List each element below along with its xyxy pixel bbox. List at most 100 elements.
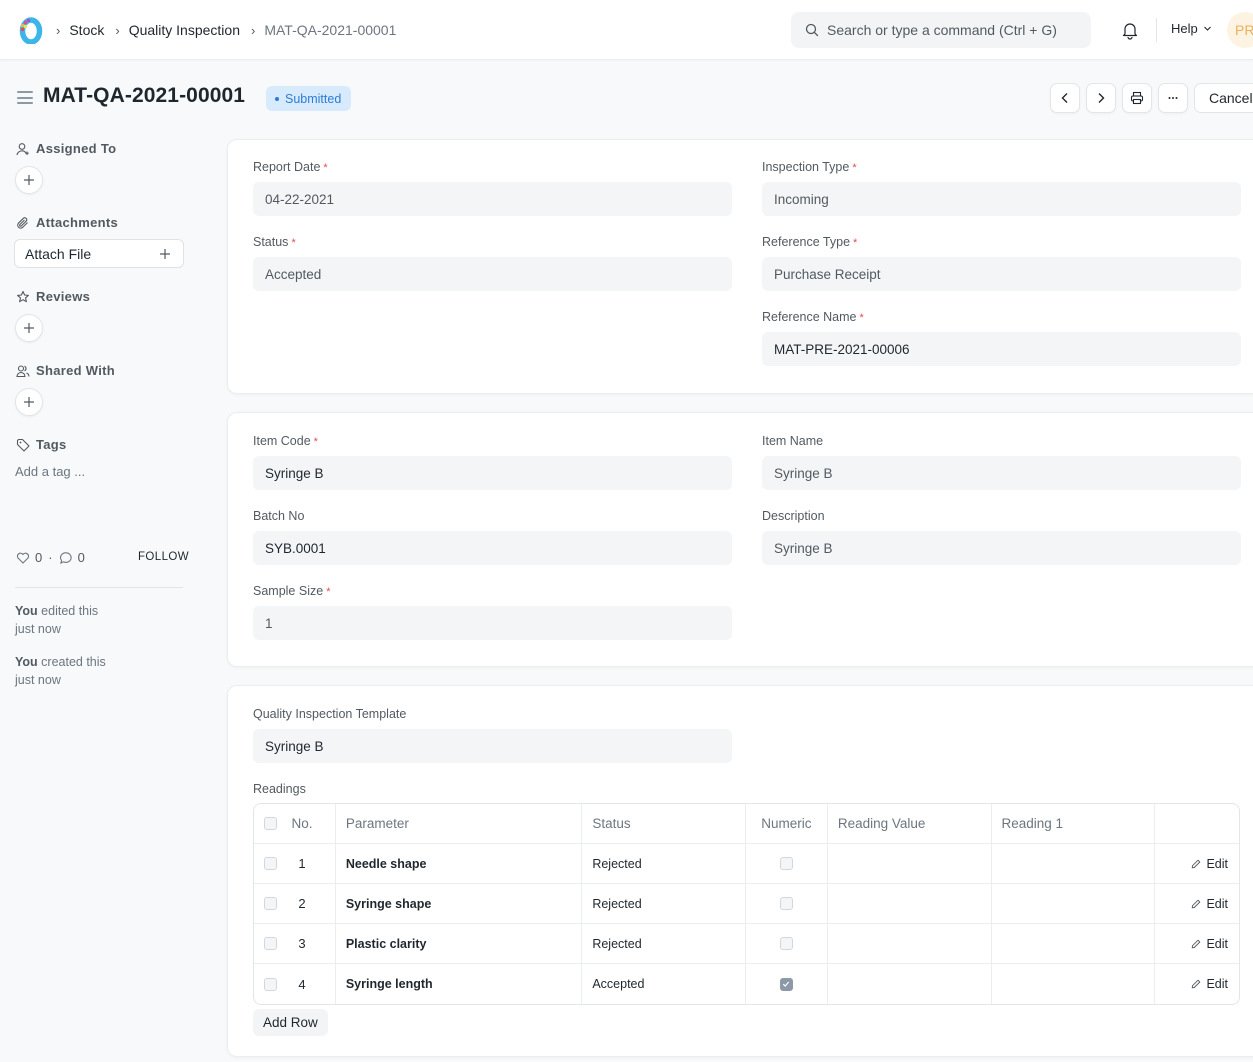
print-button[interactable] — [1122, 83, 1152, 113]
pencil-icon — [1192, 859, 1201, 868]
row-select-checkbox[interactable] — [264, 897, 277, 910]
row-select-checkbox[interactable] — [264, 857, 277, 870]
status-cell[interactable]: Rejected — [582, 884, 746, 923]
edit-row-button[interactable]: Edit — [1191, 977, 1228, 991]
parameter-cell[interactable]: Syringe length — [336, 964, 583, 1004]
share-add-button[interactable] — [15, 388, 43, 416]
status-value: Rejected — [592, 896, 642, 911]
reading-value-cell[interactable] — [828, 844, 992, 883]
navbar: › Stock › Quality Inspection › MAT-QA-20… — [0, 0, 1253, 60]
next-document-button[interactable] — [1086, 83, 1116, 113]
item-name-label: Item Name — [762, 434, 824, 448]
status-badge-label: Submitted — [285, 91, 342, 106]
plus-icon — [160, 248, 170, 259]
reading-value-cell[interactable] — [828, 924, 992, 963]
batch-no-field[interactable]: SYB.0001 — [253, 531, 732, 565]
chevron-right-icon — [1098, 93, 1105, 103]
numeric-cell[interactable] — [746, 844, 828, 883]
numeric-cell[interactable] — [746, 884, 828, 923]
numeric-checkbox[interactable] — [779, 857, 793, 870]
checkmark-icon — [783, 981, 790, 987]
status-dot-icon — [275, 96, 279, 101]
assign-add-button[interactable] — [15, 166, 43, 194]
description-field[interactable]: Syringe B — [762, 531, 1241, 565]
parameter-cell[interactable]: Syringe shape — [336, 884, 583, 923]
reading-1-cell[interactable] — [992, 884, 1156, 923]
edit-row-button[interactable]: Edit — [1191, 857, 1228, 871]
notification-bell-icon[interactable] — [1121, 20, 1139, 40]
reference-type-field[interactable]: Purchase Receipt — [762, 257, 1241, 291]
numeric-cell[interactable] — [746, 924, 828, 963]
table-row[interactable]: 3 Plastic clarity Rejected Edit — [254, 924, 1239, 964]
row-select-checkbox[interactable] — [264, 937, 277, 950]
status-value: Rejected — [592, 936, 642, 951]
heart-icon[interactable] — [16, 551, 30, 565]
app-logo-icon[interactable] — [16, 16, 44, 44]
activity-item: You edited this just now — [15, 604, 99, 636]
plus-icon — [24, 175, 34, 185]
search-input[interactable]: Search or type a command (Ctrl + G) — [791, 12, 1091, 48]
attachments-label: Attachments — [16, 215, 118, 230]
reading-1-cell[interactable] — [992, 964, 1156, 1004]
table-row[interactable]: 4 Syringe length Accepted Edit — [254, 964, 1239, 1004]
status-field[interactable]: Accepted — [253, 257, 732, 291]
user-avatar[interactable]: PR — [1227, 12, 1253, 48]
numeric-checkbox[interactable] — [779, 897, 793, 910]
reference-name-field[interactable]: MAT-PRE-2021-00006 — [762, 332, 1241, 366]
users-icon — [16, 364, 30, 377]
reading-value-cell[interactable] — [828, 964, 992, 1004]
edit-label: Edit — [1206, 936, 1229, 951]
numeric-checkbox[interactable] — [779, 937, 793, 950]
reading-1-cell[interactable] — [992, 924, 1156, 963]
item-code-field[interactable]: Syringe B — [253, 456, 732, 490]
inspection-type-field[interactable]: Incoming — [762, 182, 1241, 216]
reading-1-cell[interactable] — [992, 844, 1156, 883]
status-cell[interactable]: Rejected — [582, 924, 746, 963]
star-icon — [17, 290, 29, 302]
status-label: Status * — [253, 235, 296, 249]
parameter-cell[interactable]: Plastic clarity — [336, 924, 583, 963]
column-header-status: Status — [582, 804, 746, 843]
previous-document-button[interactable] — [1050, 83, 1080, 113]
item-name-field[interactable]: Syringe B — [762, 456, 1241, 490]
cancel-button[interactable]: Cancel — [1194, 83, 1253, 113]
row-select-checkbox[interactable] — [264, 977, 277, 991]
add-tag-link[interactable]: Add a tag ... — [15, 464, 85, 479]
select-all-checkbox[interactable] — [264, 817, 277, 830]
column-header-parameter: Parameter — [336, 804, 583, 843]
status-cell[interactable]: Accepted — [582, 964, 746, 1004]
likes-count: 0 — [35, 550, 43, 565]
readings-label: Readings — [253, 782, 306, 796]
table-row[interactable]: 1 Needle shape Rejected Edit — [254, 844, 1239, 884]
reading-value-cell[interactable] — [828, 884, 992, 923]
paperclip-icon — [17, 216, 28, 229]
sample-size-field[interactable]: 1 — [253, 606, 732, 640]
shared-with-label: Shared With — [16, 363, 115, 378]
numeric-checkbox[interactable] — [779, 977, 793, 991]
sample-size-label: Sample Size * — [253, 584, 331, 598]
edit-row-button[interactable]: Edit — [1191, 897, 1228, 911]
breadcrumb-current[interactable]: MAT-QA-2021-00001 — [264, 22, 396, 38]
breadcrumb-stock[interactable]: Stock — [69, 22, 104, 38]
status-cell[interactable]: Rejected — [582, 844, 746, 883]
inspection-details-section: Report Date * 04-22-2021 Status * Accepted… — [227, 139, 1253, 394]
help-dropdown[interactable]: Help — [1171, 21, 1212, 36]
add-row-button[interactable]: Add Row — [253, 1009, 328, 1036]
follow-button[interactable]: FOLLOW — [138, 551, 189, 563]
attach-file-button[interactable]: Attach File — [14, 239, 184, 268]
numeric-cell[interactable] — [746, 964, 828, 1004]
more-actions-button[interactable] — [1158, 83, 1188, 113]
breadcrumb-quality-inspection[interactable]: Quality Inspection — [129, 22, 240, 38]
report-date-label: Report Date * — [253, 160, 328, 174]
table-row[interactable]: 2 Syringe shape Rejected Edit — [254, 884, 1239, 924]
readings-section: Quality Inspection Template Syringe B Re… — [227, 685, 1253, 1057]
edit-row-button[interactable]: Edit — [1191, 937, 1228, 951]
template-field[interactable]: Syringe B — [253, 729, 732, 763]
sidebar-divider — [15, 587, 183, 588]
parameter-cell[interactable]: Needle shape — [336, 844, 583, 883]
sidebar-toggle-icon[interactable] — [17, 91, 33, 104]
report-date-field[interactable]: 04-22-2021 — [253, 182, 732, 216]
review-add-button[interactable] — [15, 314, 43, 342]
comment-icon[interactable] — [59, 551, 73, 565]
breadcrumb: › Stock › Quality Inspection › MAT-QA-20… — [56, 20, 407, 40]
